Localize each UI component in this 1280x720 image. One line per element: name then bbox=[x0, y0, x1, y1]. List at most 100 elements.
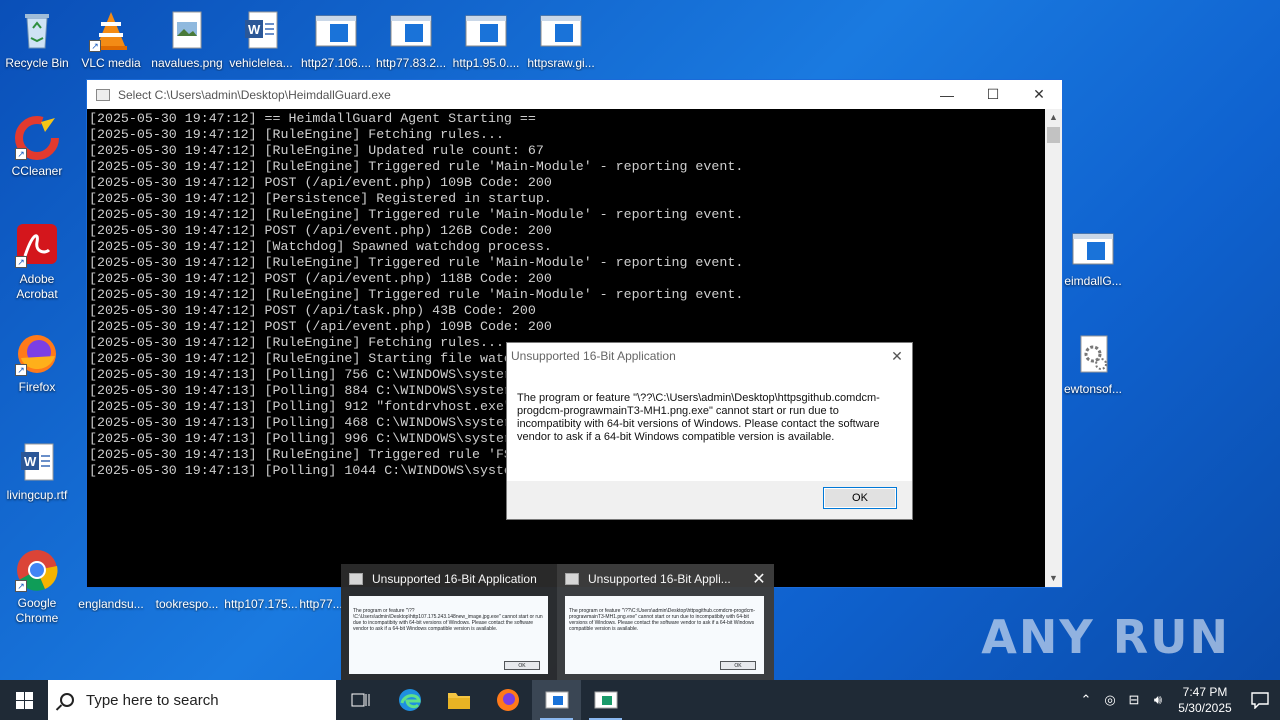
desktop-icon-http1[interactable]: http1.95.0.... bbox=[449, 8, 523, 71]
windows-logo-icon bbox=[15, 691, 33, 709]
recycle-bin-icon bbox=[15, 8, 59, 52]
shortcut-arrow-icon: ↗ bbox=[15, 580, 27, 592]
dialog-close-icon[interactable]: ✕ bbox=[882, 348, 912, 365]
desktop-icon-label: englandsu... bbox=[78, 597, 144, 611]
start-button[interactable] bbox=[0, 680, 48, 720]
dialog-taskbar-button[interactable] bbox=[532, 680, 581, 720]
console-line: [2025-05-30 19:47:12] [RuleEngine] Trigg… bbox=[89, 207, 744, 222]
preview-ok-button: OK bbox=[720, 661, 756, 670]
desktop-icon-label: VLC media bbox=[81, 56, 141, 70]
security-icon[interactable]: ◎ bbox=[1098, 692, 1122, 708]
firefox-taskbar-button[interactable] bbox=[483, 680, 532, 720]
app-window-icon bbox=[314, 8, 358, 52]
app-window-icon bbox=[545, 691, 568, 709]
scroll-down-arrow-icon[interactable]: ▼ bbox=[1045, 570, 1062, 587]
console-line: [2025-05-30 19:47:12] POST (/api/event.p… bbox=[89, 223, 552, 238]
console-line: [2025-05-30 19:47:12] [RuleEngine] Trigg… bbox=[89, 255, 744, 270]
clock[interactable]: 7:47 PM 5/30/2025 bbox=[1170, 684, 1240, 716]
search-placeholder: Type here to search bbox=[86, 691, 219, 709]
desktop-icon-vehiclelea[interactable]: W vehiclelea... bbox=[224, 8, 298, 71]
notifications-button[interactable] bbox=[1240, 691, 1280, 709]
preview-card[interactable]: Unsupported 16-Bit Application The progr… bbox=[341, 564, 557, 680]
desktop-icon-newtonsof[interactable]: ewtonsof... bbox=[1056, 334, 1130, 397]
preview-thumbnail: The program or feature "\??\C:\Users\adm… bbox=[349, 596, 548, 674]
console-scrollbar[interactable]: ▲ ▼ bbox=[1045, 109, 1062, 587]
show-hidden-icons-chevron-icon[interactable]: ⌃ bbox=[1074, 692, 1098, 708]
desktop-icon-httpsraw[interactable]: httpsraw.gi... bbox=[524, 8, 598, 71]
scrollbar-thumb[interactable] bbox=[1047, 127, 1060, 143]
desktop-icon-label: Recycle Bin bbox=[5, 56, 69, 70]
console-line: [2025-05-30 19:47:12] [RuleEngine] Trigg… bbox=[89, 159, 744, 174]
app-window-icon bbox=[539, 8, 583, 52]
preview-close-icon[interactable]: ✕ bbox=[744, 569, 774, 589]
app-window-icon bbox=[594, 691, 617, 709]
edge-taskbar-button[interactable] bbox=[385, 680, 434, 720]
app-window-icon bbox=[1071, 226, 1115, 270]
minimize-icon: — bbox=[940, 86, 954, 103]
console-line: [2025-05-30 19:47:12] [RuleEngine] Updat… bbox=[89, 143, 544, 158]
console-line: [2025-05-30 19:47:12] POST (/api/event.p… bbox=[89, 271, 552, 286]
desktop-icon-acrobat[interactable]: ↗ Adobe Acrobat bbox=[0, 224, 74, 302]
minimize-button[interactable]: — bbox=[924, 80, 970, 109]
desktop-icon-chrome[interactable]: ↗ Google Chrome bbox=[0, 548, 74, 626]
preview-card-active[interactable]: Unsupported 16-Bit Appli... ✕ The progra… bbox=[557, 564, 774, 680]
desktop-icon-label: Adobe Acrobat bbox=[16, 272, 58, 301]
task-view-button[interactable] bbox=[336, 680, 385, 720]
desktop-icon-label: eimdallG... bbox=[1064, 274, 1122, 288]
desktop-icon-label: livingcup.rtf bbox=[6, 488, 68, 502]
edge-icon bbox=[398, 689, 421, 711]
firefox-icon: ↗ bbox=[15, 332, 59, 376]
console-line: [2025-05-30 19:47:12] [Watchdog] Spawned… bbox=[89, 239, 552, 254]
console-app-icon bbox=[96, 88, 110, 101]
desktop-icon-label: http1.95.0.... bbox=[452, 56, 520, 70]
desktop-icon-ccleaner[interactable]: ↗ CCleaner bbox=[0, 116, 74, 179]
desktop-icon-label: vehiclelea... bbox=[229, 56, 293, 70]
dialog-title: Unsupported 16-Bit Application bbox=[511, 349, 676, 363]
dialog-message: The program or feature "\??\C:\Users\adm… bbox=[507, 369, 912, 481]
console-line: [2025-05-30 19:47:12] POST (/api/event.p… bbox=[89, 319, 552, 334]
explorer-taskbar-button[interactable] bbox=[434, 680, 483, 720]
desktop-icon-http27[interactable]: http27.106.... bbox=[299, 8, 373, 71]
preview-message: The program or feature "\??\C:\Users\adm… bbox=[353, 608, 543, 632]
taskbar-preview[interactable]: Unsupported 16-Bit Application The progr… bbox=[341, 564, 774, 680]
desktop-icon-label: CCleaner bbox=[11, 164, 63, 178]
preview-title: Unsupported 16-Bit Appli... bbox=[588, 572, 731, 586]
unsupported-app-dialog[interactable]: Unsupported 16-Bit Application ✕ The pro… bbox=[506, 342, 913, 520]
preview-title: Unsupported 16-Bit Application bbox=[372, 572, 537, 586]
preview-ok-button: OK bbox=[504, 661, 540, 670]
image-file-icon bbox=[165, 8, 209, 52]
desktop-icon-label: tookrespo... bbox=[155, 597, 219, 611]
scroll-up-arrow-icon[interactable]: ▲ bbox=[1045, 109, 1062, 126]
clock-date: 5/30/2025 bbox=[1178, 701, 1232, 715]
dialog-titlebar[interactable]: Unsupported 16-Bit Application ✕ bbox=[507, 343, 912, 369]
task-view-icon bbox=[351, 693, 369, 707]
desktop-icon-label: Firefox bbox=[18, 380, 56, 394]
shortcut-arrow-icon: ↗ bbox=[89, 40, 101, 52]
taskbar-search[interactable]: Type here to search bbox=[48, 680, 336, 720]
desktop-icon-heimdallguard[interactable]: eimdallG... bbox=[1056, 226, 1130, 289]
clock-time: 7:47 PM bbox=[1182, 685, 1228, 699]
network-icon[interactable]: ⊟ bbox=[1122, 692, 1146, 708]
desktop-icon-http77[interactable]: http77.83.2... bbox=[374, 8, 448, 71]
console-titlebar[interactable]: Select C:\Users\admin\Desktop\HeimdallGu… bbox=[87, 80, 1062, 109]
desktop-icon-label: navalues.png bbox=[151, 56, 223, 70]
desktop-icon-livingcup[interactable]: W livingcup.rtf bbox=[0, 440, 74, 503]
chrome-icon: ↗ bbox=[15, 548, 59, 592]
volume-icon[interactable]: 🔊︎ bbox=[1146, 692, 1170, 708]
console-taskbar-button[interactable] bbox=[581, 680, 630, 720]
ok-button[interactable]: OK bbox=[823, 487, 897, 509]
vlc-icon: ↗ bbox=[89, 8, 133, 52]
console-line: [2025-05-30 19:47:12] [RuleEngine] Fetch… bbox=[89, 127, 504, 142]
word-doc-icon: W bbox=[15, 440, 59, 484]
ccleaner-icon: ↗ bbox=[15, 116, 59, 160]
desktop-icon-vlc[interactable]: ↗ VLC media bbox=[74, 8, 148, 71]
desktop-icon-navalues[interactable]: navalues.png bbox=[150, 8, 224, 71]
firefox-icon bbox=[496, 689, 519, 711]
desktop-icon-firefox[interactable]: ↗ Firefox bbox=[0, 332, 74, 395]
desktop-icon-label: http77.83.2... bbox=[375, 56, 447, 70]
maximize-button[interactable]: ☐ bbox=[970, 80, 1016, 109]
desktop-icon-label: http107.175... bbox=[224, 597, 298, 611]
desktop-icon-label: http77... bbox=[299, 597, 343, 611]
close-button[interactable]: ✕ bbox=[1016, 80, 1062, 109]
desktop-icon-recycle-bin[interactable]: Recycle Bin bbox=[0, 8, 74, 71]
